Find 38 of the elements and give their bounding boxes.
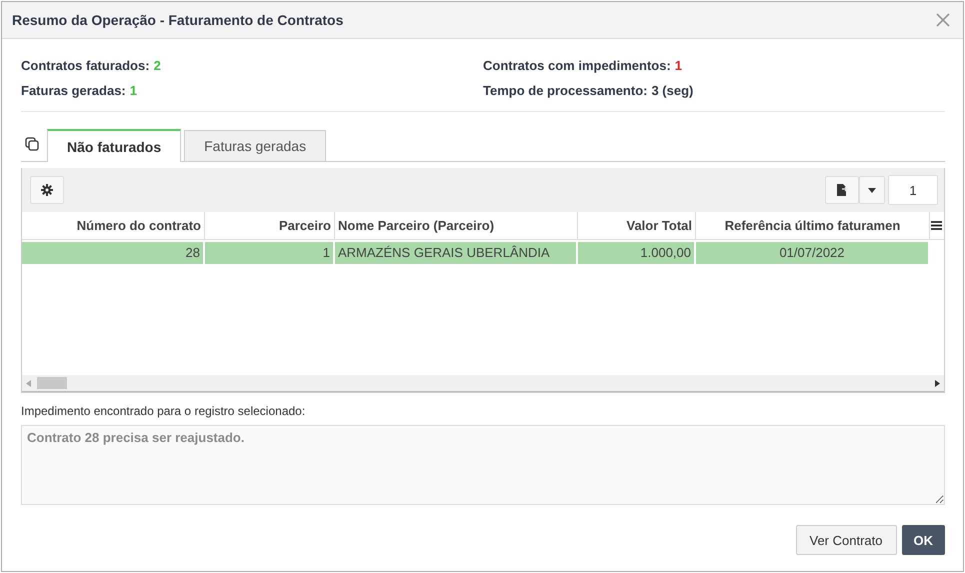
column-header[interactable]: Parceiro [205,212,335,239]
column-header[interactable]: Referência último faturamen [696,212,930,239]
stat-value: 2 [154,58,161,73]
table-cell: 1.000,00 [578,242,696,264]
export-button[interactable] [825,176,859,204]
scroll-right-icon[interactable] [935,380,940,386]
table-cell: 01/07/2022 [696,242,930,264]
table-row[interactable]: 28 1 ARMAZÉNS GERAIS UBERLÂNDIA 1.000,00 01/07/2022 [22,242,944,264]
close-icon[interactable] [935,12,951,28]
stat-label: Contratos com impedimentos: [483,58,671,73]
settings-button[interactable] [30,176,64,204]
menu-icon[interactable] [931,221,942,230]
column-header[interactable]: Nome Parceiro (Parceiro) [335,212,578,239]
tab[interactable]: Não faturados [47,129,182,162]
tab[interactable]: Faturas geradas [184,130,326,161]
stat-label: Contratos faturados: [21,58,150,73]
page-number: 1 [888,175,938,205]
column-header[interactable]: Valor Total [578,212,696,239]
caret-icon [868,188,876,192]
window-title: Resumo da Operação - Faturamento de Contratos [12,12,344,28]
settings-icon [41,184,53,196]
horizontal-scrollbar[interactable] [22,375,944,392]
table-cell: ARMAZÉNS GERAIS UBERLÂNDIA [335,242,578,264]
stat-value: 1 [130,83,137,98]
copy-icon[interactable] [25,137,39,151]
stat-label: Faturas geradas: [21,83,126,98]
view-contract-button[interactable]: Ver Contrato [796,525,896,555]
stat-value: 3 (seg) [651,83,694,98]
stat-value: 1 [674,58,682,73]
field-label: Impedimento encontrado para o registro selecionado: [21,404,306,418]
table-cell: 1 [205,242,335,264]
ok-button[interactable]: OK [902,525,945,555]
scrollbar-thumb[interactable] [37,377,67,389]
stat-label: Tempo de processamento: [483,83,648,98]
column-header[interactable]: Número do contrato [22,212,205,239]
export-icon [836,183,848,197]
dropdown-button[interactable] [859,176,885,204]
table-cell: 28 [22,242,205,264]
